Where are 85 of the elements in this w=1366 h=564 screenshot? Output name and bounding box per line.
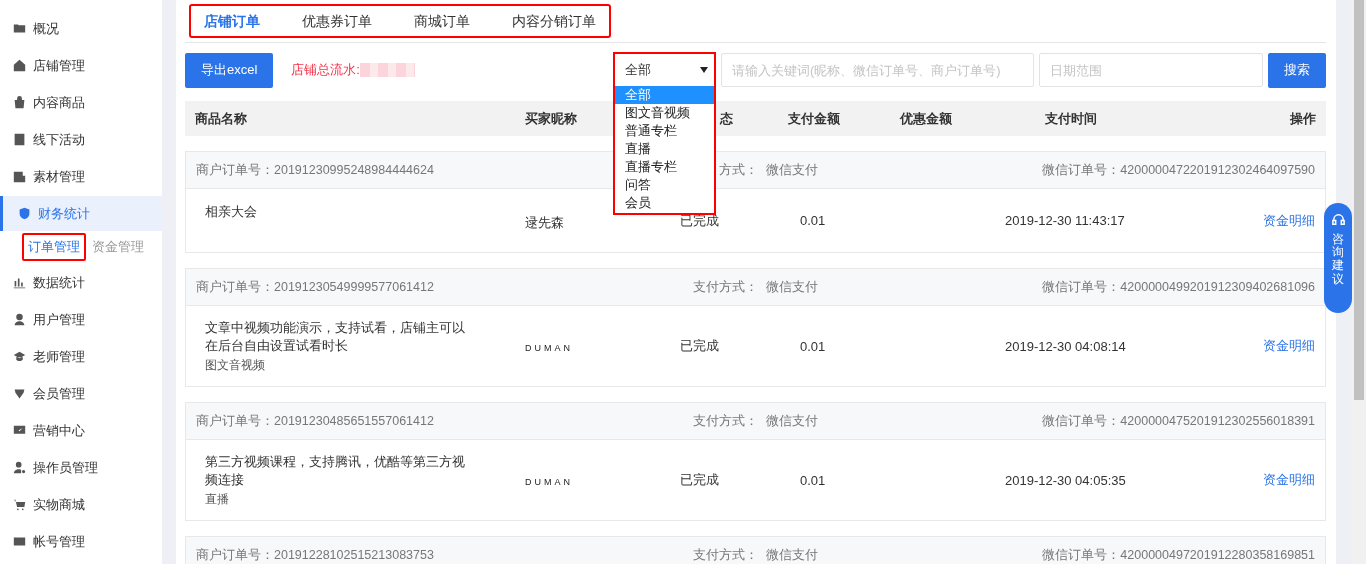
column-header: 支付时间 [1045, 110, 1097, 126]
column-header: 态 [720, 110, 733, 126]
sidebar-item[interactable]: 店铺管理 [0, 48, 162, 83]
payment-method-label: 支付方式： [692, 546, 758, 564]
cart-icon [13, 498, 26, 511]
product-name: 相亲大会 [205, 203, 258, 221]
bag-icon [13, 96, 26, 109]
bar-chart-icon [13, 276, 26, 289]
dropdown-option[interactable]: 问答 [615, 176, 714, 194]
payment-method: 微信支付 [766, 546, 818, 564]
payment-time: 2019-12-30 04:08:14 [1005, 338, 1127, 354]
export-button[interactable]: 导出excel [185, 52, 274, 88]
sidebar-item[interactable]: 内容商品 [0, 85, 162, 120]
dropdown-option[interactable]: 图文音视频 [615, 104, 714, 122]
tab[interactable]: 商城订单 [401, 6, 483, 36]
dropdown-option[interactable]: 普通专栏 [615, 122, 714, 140]
wechat-order-number: 微信订单号：4200000499201912309402681096 [1042, 278, 1315, 296]
merchant-order-number: 商户订单号：20191230549999577061412 [196, 279, 434, 294]
product-category: 图文音视频 [205, 356, 266, 374]
sidebar-item[interactable]: 用户管理 [0, 302, 162, 337]
column-header: 商品名称 [195, 110, 247, 126]
sidebar-item[interactable]: 操作员管理 [0, 450, 162, 485]
sidebar-item[interactable]: 营销中心 [0, 413, 162, 448]
headset-icon [1330, 212, 1346, 227]
consult-button[interactable]: 咨询建议 [1324, 203, 1352, 313]
buyer-nickname: 逯先森 [525, 215, 564, 230]
graduation-cap-icon [13, 350, 26, 363]
submenu-item[interactable]: 订单管理 [22, 233, 86, 261]
column-header: 优惠金额 [900, 110, 952, 126]
fund-details-link[interactable]: 资金明细 [1263, 211, 1315, 230]
shield-icon [18, 207, 31, 220]
buyer-nickname: DUMAN [525, 476, 573, 487]
payment-method: 微信支付 [766, 161, 818, 179]
payment-time: 2019-12-30 04:05:35 [1005, 472, 1127, 488]
sidebar-item[interactable]: 会员管理 [0, 376, 162, 411]
product-name: 第三方视频课程，支持腾讯，优酷等第三方视频连接 [205, 452, 466, 489]
payment-method: 微信支付 [766, 412, 818, 430]
wechat-order-number: 微信订单号：4200000497201912280358169851 [1042, 546, 1315, 564]
order-status: 已完成 [680, 211, 720, 230]
merchant-order-number: 商户订单号：20191230995248984444624 [196, 162, 434, 177]
payment-method-label: 支付方式： [692, 278, 758, 296]
scrollbar[interactable] [1352, 0, 1366, 564]
house-icon [13, 59, 26, 72]
tab[interactable]: 内容分销订单 [499, 6, 609, 36]
order-status: 已完成 [680, 337, 720, 355]
folder-icon [13, 22, 26, 35]
payment-method-label: 方式： [718, 161, 758, 179]
product-name: 文章中视频功能演示，支持试看，店铺主可以在后台自由设置试看时长 [205, 318, 466, 355]
sidebar-item[interactable]: 老师管理 [0, 339, 162, 374]
dropdown-option[interactable]: 直播 [615, 140, 714, 158]
sidebar-item[interactable]: 数据统计 [0, 265, 162, 300]
fund-details-link[interactable]: 资金明细 [1263, 471, 1315, 489]
wechat-order-number: 微信订单号：4200000472201912302464097590 [1042, 161, 1315, 179]
column-header: 操作 [1290, 110, 1316, 126]
merchant-order-number: 商户订单号：20191228102515213083753 [196, 547, 434, 562]
payment-amount: 0.01 [800, 472, 827, 488]
sidebar-item[interactable]: 素材管理 [0, 159, 162, 194]
payment-amount: 0.01 [800, 338, 827, 354]
payment-method: 微信支付 [766, 278, 818, 296]
sidebar-item[interactable]: 概况 [0, 11, 162, 46]
fund-details-link[interactable]: 资金明细 [1263, 337, 1315, 355]
merchant-order-number: 商户订单号：20191230485651557061412 [196, 413, 434, 428]
sidebar-item[interactable]: 财务统计 [0, 196, 162, 231]
dropdown-option[interactable]: 直播专栏 [615, 158, 714, 176]
payment-time: 2019-12-30 11:43:17 [1005, 213, 1126, 228]
sidebar-item[interactable]: 线下活动 [0, 122, 162, 157]
caret-icon [700, 67, 708, 73]
monitor-chart-icon [13, 424, 26, 437]
product-category: 直播 [205, 490, 230, 508]
wechat-order-number: 微信订单号：4200000475201912302556018391 [1042, 412, 1315, 430]
sidebar-item[interactable]: 实物商城 [0, 487, 162, 522]
column-header: 买家昵称 [525, 110, 577, 126]
user-icon [13, 313, 26, 326]
payment-method-label: 支付方式： [692, 412, 758, 430]
search-button[interactable]: 搜索 [1268, 52, 1326, 88]
tab[interactable]: 店铺订单 [191, 6, 273, 36]
column-header: 支付金额 [788, 110, 840, 126]
payment-amount: 0.01 [800, 213, 827, 228]
order-status: 已完成 [680, 471, 720, 489]
flow-label: 店铺总流水: [291, 61, 360, 79]
sidebar-item[interactable]: 帐号管理 [0, 524, 162, 559]
dropdown-option[interactable]: 会员 [615, 194, 714, 212]
user-gear-icon [13, 461, 26, 474]
tab[interactable]: 优惠券订单 [289, 6, 385, 36]
buyer-nickname: DUMAN [525, 342, 573, 353]
